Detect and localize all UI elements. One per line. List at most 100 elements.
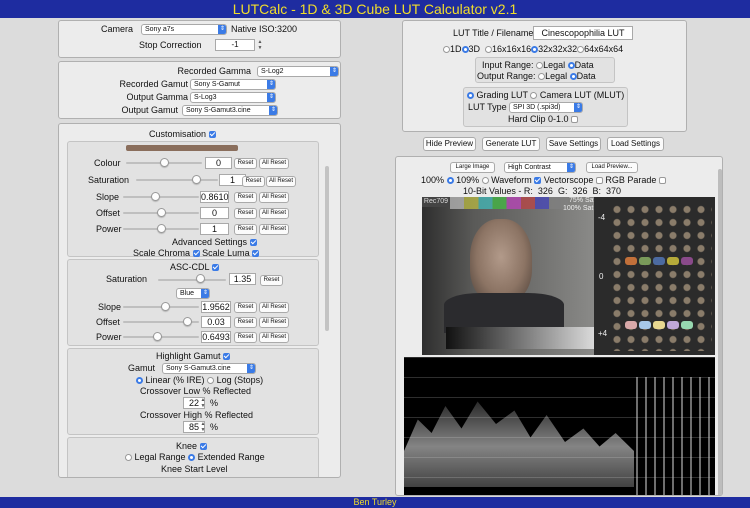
- reset-button[interactable]: Reset: [234, 158, 257, 169]
- all-reset-button[interactable]: All Reset: [259, 208, 289, 219]
- output-legal-radio[interactable]: [538, 73, 546, 80]
- scale-luma-checkbox[interactable]: [252, 250, 260, 257]
- grading-lut-label: Grading LUT: [476, 90, 528, 100]
- slider-knob[interactable]: [192, 175, 201, 184]
- chevron-down-icon: ⇕: [574, 103, 582, 112]
- lut-title-input[interactable]: Cinescopophilia LUT: [533, 26, 633, 40]
- load-settings-button[interactable]: Load Settings: [607, 137, 664, 151]
- chevron-down-icon: ⇕: [218, 25, 226, 34]
- linear-radio[interactable]: [136, 377, 143, 384]
- camera-lut-radio[interactable]: [530, 92, 538, 99]
- scale-chroma-checkbox[interactable]: [192, 250, 200, 257]
- colour-input[interactable]: 0: [205, 157, 232, 169]
- all-reset-button[interactable]: All Reset: [259, 317, 289, 328]
- reset-button[interactable]: Reset: [234, 224, 257, 235]
- g-value: 326: [572, 186, 588, 196]
- extended-range-radio[interactable]: [188, 454, 196, 461]
- reset-button[interactable]: Reset: [234, 332, 257, 343]
- slider-knob[interactable]: [153, 332, 162, 341]
- advanced-checkbox[interactable]: [249, 239, 257, 246]
- all-reset-button[interactable]: All Reset: [259, 302, 289, 313]
- all-reset-button[interactable]: All Reset: [266, 176, 296, 187]
- large-image-button[interactable]: Large Image: [450, 162, 495, 173]
- stop-stepper[interactable]: ▲ ▼: [257, 39, 263, 51]
- reset-button[interactable]: Reset: [234, 317, 257, 328]
- stop-correction-input[interactable]: -1: [215, 39, 255, 51]
- crossover-low-stepper[interactable]: ▲ ▼: [200, 397, 206, 409]
- all-reset-button[interactable]: All Reset: [259, 224, 289, 235]
- load-preview-button[interactable]: Load Preview...: [586, 162, 638, 173]
- asc-power-input[interactable]: 0.6493: [201, 331, 231, 343]
- camera-select[interactable]: Sony a7s ⇕: [141, 24, 227, 35]
- highlight-gamut-checkbox[interactable]: [223, 353, 231, 360]
- all-reset-button[interactable]: All Reset: [259, 332, 289, 343]
- asc-cdl-checkbox[interactable]: [211, 264, 219, 271]
- knee-checkbox[interactable]: [199, 443, 207, 450]
- reset-button[interactable]: Reset: [234, 192, 257, 203]
- 109-radio[interactable]: [481, 177, 489, 184]
- recorded-gamut-select[interactable]: Sony S-Gamut ⇕: [190, 79, 276, 90]
- 75-sat-label: 75% Sat: [569, 197, 596, 204]
- hide-preview-button[interactable]: Hide Preview: [423, 137, 476, 151]
- slider-knob[interactable]: [157, 224, 166, 233]
- 100-radio[interactable]: [446, 177, 454, 184]
- grey-scale-strip: [446, 327, 596, 349]
- 16-radio[interactable]: [485, 46, 493, 53]
- log-radio[interactable]: [207, 377, 215, 384]
- slope-slider[interactable]: [123, 196, 199, 198]
- rgb-parade-checkbox[interactable]: [658, 177, 666, 184]
- asc-saturation-slider[interactable]: [158, 279, 226, 281]
- slider-knob[interactable]: [160, 158, 169, 167]
- highlight-gamut-select[interactable]: Sony S-Gamut3.cine ⇕: [162, 363, 256, 374]
- recorded-gamma-select[interactable]: S-Log2 ⇕: [257, 66, 339, 77]
- saturation-slider[interactable]: [136, 179, 218, 181]
- all-reset-button[interactable]: All Reset: [259, 158, 289, 169]
- waveform-checkbox[interactable]: [534, 177, 542, 184]
- output-gamut-select[interactable]: Sony S-Gamut3.cine ⇕: [182, 105, 278, 116]
- vectorscope-checkbox[interactable]: [595, 177, 603, 184]
- slider-knob[interactable]: [161, 302, 170, 311]
- asc-offset-input[interactable]: 0.03: [201, 316, 231, 328]
- 1d-radio[interactable]: [443, 46, 450, 53]
- asc-saturation-input[interactable]: 1.35: [229, 273, 256, 285]
- all-reset-button[interactable]: All Reset: [259, 192, 289, 203]
- reset-button[interactable]: Reset: [260, 275, 283, 286]
- output-data-radio[interactable]: [569, 73, 577, 80]
- save-settings-button[interactable]: Save Settings: [546, 137, 601, 151]
- scrollbar[interactable]: [718, 169, 722, 495]
- generate-lut-button[interactable]: Generate LUT: [482, 137, 540, 151]
- scrollbar[interactable]: [325, 166, 329, 331]
- input-legal-radio[interactable]: [536, 62, 544, 69]
- asc-slope-input[interactable]: 1.9562: [201, 301, 231, 313]
- 1d-label: 1D: [450, 44, 462, 54]
- output-gamma-select[interactable]: S-Log3 ⇕: [190, 92, 276, 103]
- customisation-panel: Customisation Colour 0 Reset All Reset S…: [58, 123, 341, 478]
- chevron-down-icon: ⇕: [269, 106, 277, 115]
- swatch: [667, 321, 679, 329]
- reset-button[interactable]: Reset: [234, 302, 257, 313]
- customisation-checkbox[interactable]: [208, 131, 216, 138]
- slider-knob[interactable]: [183, 317, 192, 326]
- contrast-select[interactable]: High Contrast ⇕: [504, 162, 576, 173]
- chevron-down-icon: ⇕: [267, 80, 275, 89]
- reset-button[interactable]: Reset: [242, 176, 265, 187]
- offset-input[interactable]: 0: [200, 207, 229, 219]
- power-input[interactable]: 1: [200, 223, 229, 235]
- reset-button[interactable]: Reset: [234, 208, 257, 219]
- channel-select[interactable]: Blue ⇕: [176, 288, 210, 299]
- slope-input[interactable]: 0.8610: [200, 191, 229, 203]
- lut-type-select[interactable]: SPI 3D (.spi3d) ⇕: [509, 102, 583, 113]
- grading-lut-radio[interactable]: [467, 92, 474, 99]
- legal-range-label: Legal Range: [134, 452, 186, 462]
- knee-range-options: Legal Range Extended Range: [125, 452, 265, 462]
- hard-clip-checkbox[interactable]: [571, 116, 579, 123]
- 3d-label: 3D: [468, 44, 481, 54]
- slider-knob[interactable]: [157, 208, 166, 217]
- waveform-label: Waveform: [491, 175, 532, 185]
- crossover-high-stepper[interactable]: ▲ ▼: [200, 421, 206, 433]
- input-data-radio[interactable]: [567, 62, 575, 69]
- slider-knob[interactable]: [196, 274, 205, 283]
- legal-range-radio[interactable]: [125, 454, 132, 461]
- 3d-radio[interactable]: [461, 46, 469, 53]
- slider-knob[interactable]: [151, 192, 160, 201]
